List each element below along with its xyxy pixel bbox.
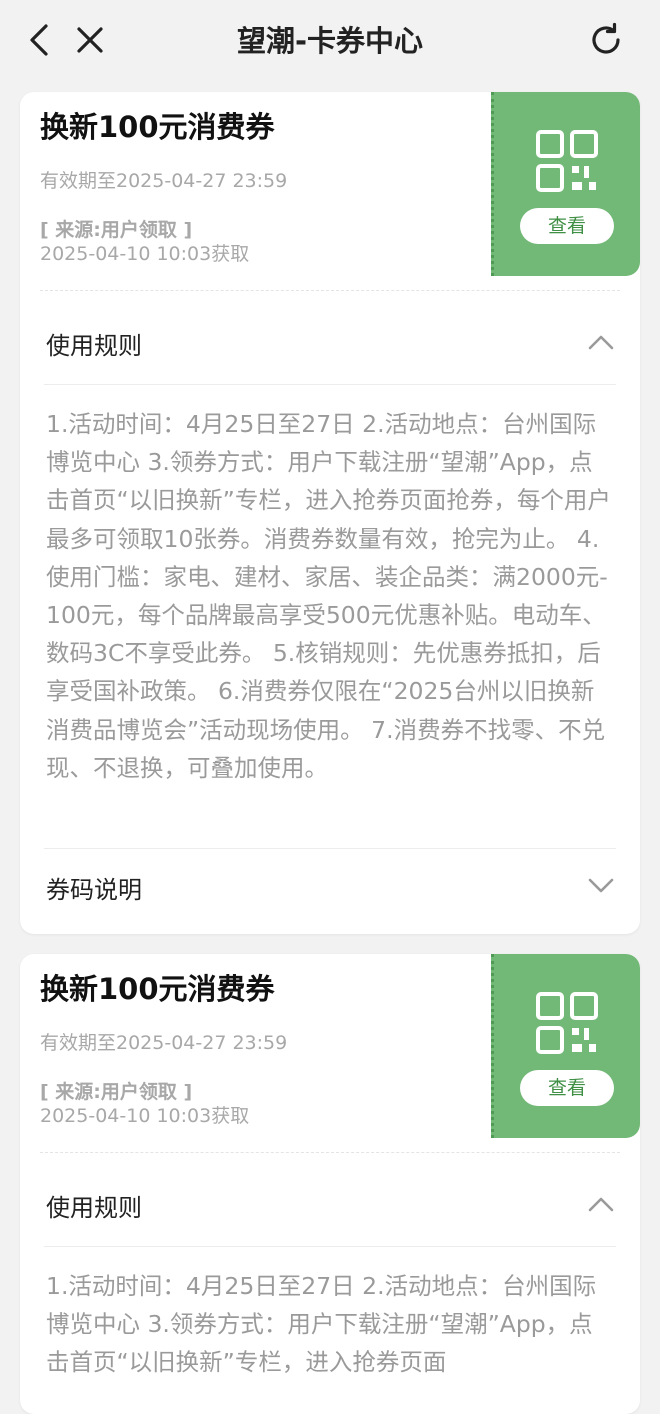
coupon-validity: 有效期至2025-04-27 23:59 [40, 1032, 288, 1054]
refresh-icon [592, 22, 620, 54]
qr-code-icon [536, 992, 598, 1054]
chevron-up-icon [588, 335, 614, 350]
coupon-stub[interactable]: 查看 [491, 954, 640, 1138]
coupon-card: 换新100元消费券 有效期至2025-04-27 23:59 [ 来源:用户领取… [20, 92, 640, 934]
divider [40, 1152, 620, 1153]
top-bar: 望潮-卡券中心 [0, 0, 660, 80]
coupon-obtained-time: 2025-04-10 10:03获取 [40, 1105, 250, 1127]
coupon-obtained-time: 2025-04-10 10:03获取 [40, 243, 250, 265]
rules-section-header[interactable]: 使用规则 [44, 1166, 616, 1246]
divider [40, 290, 620, 291]
code-section-header[interactable]: 券码说明 [44, 848, 616, 928]
coupon-source: [ 来源:用户领取 ] [40, 219, 193, 241]
coupon-validity: 有效期至2025-04-27 23:59 [40, 170, 288, 192]
back-button[interactable] [20, 20, 60, 60]
coupon-card: 换新100元消费券 有效期至2025-04-27 23:59 [ 来源:用户领取… [20, 954, 640, 1414]
coupon-stub[interactable]: 查看 [491, 92, 640, 276]
coupon-source: [ 来源:用户领取 ] [40, 1081, 193, 1103]
rules-section-header[interactable]: 使用规则 [44, 304, 616, 384]
rules-label: 使用规则 [46, 1194, 142, 1222]
divider [44, 1246, 616, 1247]
rules-label: 使用规则 [46, 332, 142, 360]
chevron-down-icon [588, 878, 614, 893]
refresh-button[interactable] [586, 20, 626, 60]
view-button[interactable]: 查看 [520, 208, 614, 244]
divider [44, 384, 616, 385]
chevron-left-icon [30, 24, 48, 56]
rules-text: 1.活动时间：4月25日至27日 2.活动地点：台州国际博览中心 3.领券方式：… [46, 1272, 597, 1377]
close-icon [77, 27, 103, 53]
chevron-up-icon [588, 1197, 614, 1212]
close-button[interactable] [70, 20, 110, 60]
coupon-title: 换新100元消费券 [40, 972, 275, 1006]
code-label: 券码说明 [46, 876, 142, 904]
rules-text: 1.活动时间：4月25日至27日 2.活动地点：台州国际博览中心 3.领券方式：… [46, 410, 611, 782]
view-button[interactable]: 查看 [520, 1070, 614, 1106]
coupon-title: 换新100元消费券 [40, 110, 275, 144]
qr-code-icon [536, 130, 598, 192]
